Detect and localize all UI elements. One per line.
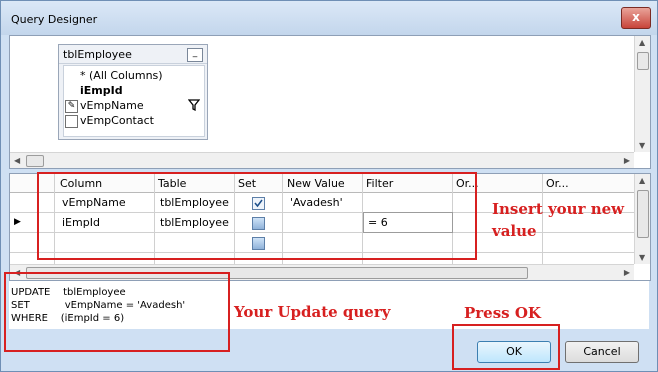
column-label: vEmpName	[80, 99, 144, 112]
column-all-columns[interactable]: * (All Columns)	[80, 69, 163, 84]
current-row-icon: ▶	[14, 217, 21, 227]
pencil-icon[interactable]: ✎	[65, 99, 78, 113]
scroll-thumb[interactable]	[26, 155, 44, 167]
window-title: Query Designer	[11, 13, 98, 26]
diagram-horizontal-scrollbar[interactable]: ◀ ▶	[10, 152, 634, 168]
annotation-box-ok	[452, 324, 560, 370]
annotation-box-sql	[4, 272, 230, 352]
scroll-thumb[interactable]	[637, 52, 649, 70]
table-name: tblEmployee	[63, 48, 132, 61]
column-label: iEmpId	[80, 84, 123, 97]
column-checkbox[interactable]	[65, 114, 78, 128]
close-button[interactable]: x	[621, 7, 651, 29]
title-bar[interactable]: Query Designer x	[1, 1, 657, 35]
annotation-update-query: Your Update query	[234, 303, 391, 321]
column-vempcontact[interactable]: vEmpContact	[65, 114, 154, 129]
column-iempid[interactable]: iEmpId	[80, 84, 123, 99]
scroll-down-icon[interactable]: ▼	[639, 141, 645, 150]
diagram-pane: tblEmployee _ * (All Columns) iEmpId ✎ vE…	[9, 35, 651, 169]
column-label: * (All Columns)	[80, 69, 163, 82]
scroll-right-icon[interactable]: ▶	[624, 156, 630, 165]
scroll-left-icon[interactable]: ◀	[14, 156, 20, 165]
annotation-press-ok: Press OK	[464, 304, 541, 322]
header-or-2: Or...	[546, 177, 569, 190]
annotation-box-grid	[37, 172, 477, 260]
scroll-down-icon[interactable]: ▼	[639, 253, 645, 262]
table-box-header[interactable]: tblEmployee _	[59, 45, 207, 64]
scroll-up-icon[interactable]: ▲	[639, 38, 645, 47]
table-columns-list: * (All Columns) iEmpId ✎ vEmpName vEmpCon…	[63, 65, 205, 137]
annotation-insert-value: Insert your new value	[492, 200, 625, 240]
column-label: vEmpContact	[80, 114, 154, 127]
scroll-right-icon[interactable]: ▶	[624, 268, 630, 277]
close-icon: x	[632, 10, 640, 24]
diagram-vertical-scrollbar[interactable]: ▲ ▼	[634, 36, 650, 152]
cancel-button[interactable]: Cancel	[565, 341, 639, 363]
minimize-table-button[interactable]: _	[187, 48, 203, 62]
column-vempname[interactable]: ✎ vEmpName	[65, 99, 144, 114]
scroll-up-icon[interactable]: ▲	[639, 176, 645, 185]
funnel-icon	[187, 99, 201, 114]
table-box-tblemployee[interactable]: tblEmployee _ * (All Columns) iEmpId ✎ vE…	[58, 44, 208, 140]
